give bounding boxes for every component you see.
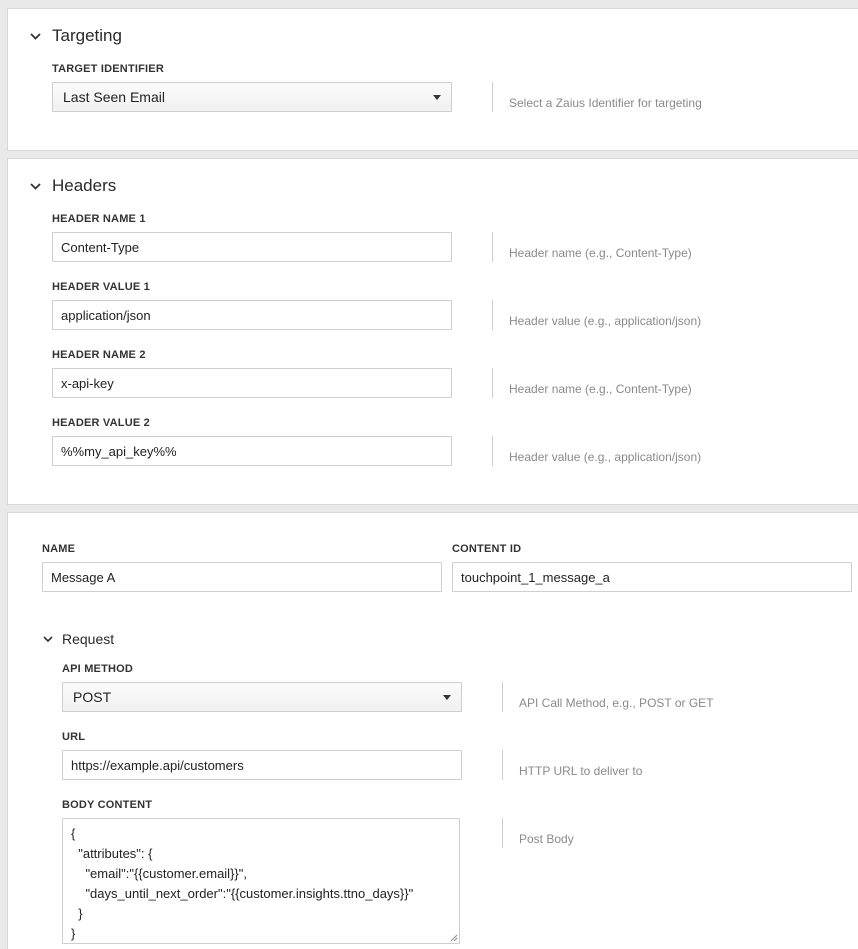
api-method-label: API METHOD: [62, 663, 134, 675]
targeting-title: Targeting: [52, 26, 122, 45]
resize-grip-icon[interactable]: [450, 934, 458, 942]
request-title: Request: [62, 631, 115, 647]
chevron-down-icon: [42, 634, 53, 645]
chevron-down-icon: [30, 31, 41, 42]
header-value-2-label: HEADER VALUE 2: [52, 417, 150, 429]
target-identifier-value: Last Seen Email: [63, 89, 165, 105]
chevron-down-icon: [30, 181, 41, 192]
targeting-panel: Targeting TARGET IDENTIFIER Last Seen Em…: [7, 8, 858, 151]
header-name-2-input[interactable]: [52, 368, 452, 398]
url-label: URL: [62, 731, 86, 743]
headers-title: Headers: [52, 176, 117, 195]
api-method-select[interactable]: POST: [62, 682, 462, 712]
header-value-1-label: HEADER VALUE 1: [52, 281, 150, 293]
divider: [492, 232, 493, 262]
targeting-section-toggle[interactable]: Targeting: [30, 26, 122, 46]
header-name-1-label: HEADER NAME 1: [52, 213, 146, 225]
message-panel: NAME CONTENT ID Request API METHOD POST …: [7, 512, 858, 949]
api-method-value: POST: [73, 689, 112, 705]
caret-down-icon: [433, 94, 441, 100]
target-identifier-label: TARGET IDENTIFIER: [52, 63, 164, 75]
body-content-help: Post Body: [519, 832, 574, 846]
body-content-label: BODY CONTENT: [62, 799, 153, 811]
headers-panel: Headers HEADER NAME 1 Header name (e.g.,…: [7, 158, 858, 505]
body-content-textarea[interactable]: { "attributes": { "email":"{{customer.em…: [62, 818, 460, 944]
url-input[interactable]: [62, 750, 462, 780]
content-id-label: CONTENT ID: [452, 543, 522, 555]
api-method-help: API Call Method, e.g., POST or GET: [519, 696, 714, 710]
header-name-1-help: Header name (e.g., Content-Type): [509, 246, 692, 260]
request-section-toggle[interactable]: Request: [42, 631, 114, 647]
header-value-2-help: Header value (e.g., application/json): [509, 450, 702, 464]
header-value-1-input[interactable]: [52, 300, 452, 330]
divider: [502, 818, 503, 848]
header-value-2-input[interactable]: [52, 436, 452, 466]
divider: [492, 300, 493, 330]
divider: [492, 436, 493, 466]
divider: [492, 368, 493, 398]
divider: [502, 682, 503, 712]
caret-down-icon: [443, 694, 451, 700]
header-name-2-label: HEADER NAME 2: [52, 349, 146, 361]
header-name-1-input[interactable]: [52, 232, 452, 262]
url-help: HTTP URL to deliver to: [519, 764, 643, 778]
divider: [502, 750, 503, 780]
target-identifier-select[interactable]: Last Seen Email: [52, 82, 452, 112]
header-value-1-help: Header value (e.g., application/json): [509, 314, 702, 328]
target-identifier-help: Select a Zaius Identifier for targeting: [509, 96, 702, 110]
header-name-2-help: Header name (e.g., Content-Type): [509, 382, 692, 396]
divider: [492, 82, 493, 112]
name-label: NAME: [42, 543, 76, 555]
headers-section-toggle[interactable]: Headers: [30, 176, 116, 196]
content-id-input[interactable]: [452, 562, 852, 592]
name-input[interactable]: [42, 562, 442, 592]
